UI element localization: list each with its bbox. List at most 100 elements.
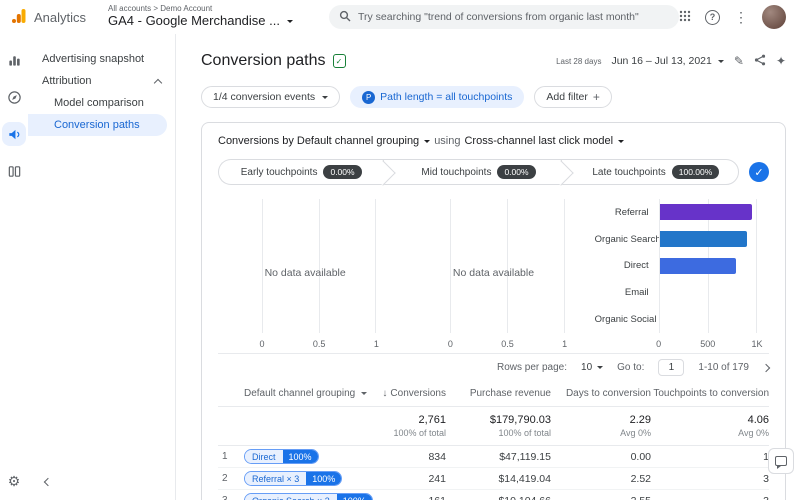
table-row[interactable]: 2 Referral × 3 100% 241 $14,419.04 2.52 3 — [218, 468, 769, 490]
card-title: Conversions by Default channel grouping … — [218, 135, 769, 147]
gear-icon — [8, 473, 21, 490]
early-touchpoints-segment[interactable]: Early touchpoints 0.00% — [218, 159, 384, 185]
collapse-sidebar-button[interactable] — [40, 474, 56, 490]
search-icon — [339, 10, 351, 25]
plus-icon — [593, 90, 600, 104]
path-filter-badge: P — [362, 90, 376, 104]
library-icon[interactable] — [2, 159, 26, 183]
date-range-picker[interactable]: Jun 16 – Jul 13, 2021 — [611, 55, 724, 67]
brand-name: Analytics — [34, 9, 87, 25]
charts-row: No data available 0 0.5 1 No data availa… — [218, 199, 769, 349]
y-axis-labels: Referral Organic Search Direct Email Org… — [594, 206, 661, 326]
main-content: Conversion paths Last 28 days Jun 16 – J… — [177, 34, 800, 500]
chevron-down-icon — [361, 392, 368, 395]
paths-table: Default channel grouping Conversions Pur… — [218, 381, 769, 500]
share-icon[interactable] — [754, 54, 766, 69]
touchpoint-funnel: Early touchpoints 0.00% Mid touchpoints … — [218, 159, 769, 185]
model-selector[interactable]: Cross-channel last click model — [464, 135, 625, 147]
sidebar-section-attribution[interactable]: Attribution — [28, 70, 175, 92]
chevron-down-icon — [618, 139, 625, 143]
help-icon[interactable]: ? — [705, 9, 720, 25]
chevron-down-icon — [286, 19, 293, 23]
column-header-revenue[interactable]: Purchase revenue — [446, 388, 551, 399]
report-status-icon — [332, 54, 346, 68]
path-length-filter-chip[interactable]: P Path length = all touchpoints — [350, 86, 525, 108]
percentage-badge: 100.00% — [671, 165, 720, 179]
early-touchpoints-chart: No data available 0 0.5 1 — [218, 199, 392, 349]
mid-touchpoints-segment[interactable]: Mid touchpoints 0.00% — [383, 159, 561, 185]
table-row[interactable]: 1 Direct 100% 834 $47,119.15 0.00 1 — [218, 446, 769, 468]
table-header-row: Default channel grouping Conversions Pur… — [218, 381, 769, 407]
chevron-up-icon — [153, 78, 163, 87]
sidebar-item-conversion-paths[interactable]: Conversion paths — [28, 114, 167, 136]
selected-check-icon[interactable] — [748, 162, 769, 182]
search-bar[interactable] — [328, 5, 679, 29]
column-header-touchpoints[interactable]: Touchpoints to conversion — [651, 388, 769, 399]
dimension-selector[interactable]: Conversions by Default channel grouping — [218, 135, 431, 147]
icon-rail — [0, 34, 28, 500]
page-header: Conversion paths Last 28 days Jun 16 – J… — [201, 48, 786, 74]
avatar[interactable] — [762, 5, 786, 29]
date-preset-label: Last 28 days — [556, 56, 602, 66]
more-options-icon[interactable] — [734, 9, 748, 26]
chat-bubble-icon — [775, 456, 787, 469]
table-pagination: Rows per page: 10 Go to: 1-10 of 179 — [218, 353, 771, 381]
topbar-actions: ? — [679, 5, 790, 29]
add-filter-chip[interactable]: Add filter — [534, 86, 612, 108]
insights-icon[interactable] — [776, 54, 786, 68]
goto-page-input[interactable] — [658, 359, 685, 376]
page-title: Conversion paths — [201, 52, 326, 69]
no-data-message: No data available — [264, 266, 346, 279]
bar-direct[interactable] — [659, 257, 736, 274]
customize-report-icon[interactable] — [734, 54, 744, 68]
bar-organic-search[interactable] — [659, 231, 748, 248]
late-touchpoints-segment[interactable]: Late touchpoints 100.00% — [560, 159, 739, 185]
filter-bar: 1/4 conversion events P Path length = al… — [201, 86, 786, 108]
search-input[interactable] — [357, 11, 669, 23]
chevron-left-icon — [43, 477, 53, 487]
percentage-badge: 0.00% — [323, 165, 362, 179]
next-page-icon[interactable] — [761, 363, 771, 372]
x-axis: 0 0.5 1 — [447, 339, 568, 349]
admin-settings[interactable] — [0, 473, 28, 490]
sidebar-item-advertising-snapshot[interactable]: Advertising snapshot — [28, 48, 175, 70]
path-badge[interactable]: Direct 100% — [244, 449, 319, 464]
account-switcher[interactable]: All accounts > Demo Account GA4 - Google… — [108, 5, 293, 28]
no-data-message: No data available — [452, 266, 535, 279]
column-header-channel[interactable]: Default channel grouping — [244, 388, 376, 399]
analytics-logo-icon[interactable] — [10, 7, 28, 28]
path-badge[interactable]: Organic Search × 3100% — [244, 493, 373, 500]
chevron-down-icon — [717, 59, 724, 63]
explore-icon[interactable] — [2, 85, 26, 109]
mid-touchpoints-chart: No data available 0 0.5 1 — [406, 199, 580, 349]
x-axis: 0 0.5 1 — [259, 339, 379, 349]
conversion-events-chip[interactable]: 1/4 conversion events — [201, 86, 341, 108]
pagination-range: 1-10 of 179 — [698, 362, 749, 373]
advertising-icon[interactable] — [2, 122, 26, 146]
goto-label: Go to: — [617, 362, 645, 373]
chevron-down-icon — [322, 95, 329, 99]
chevron-down-icon — [424, 139, 431, 143]
x-axis: 0 500 1K — [656, 339, 763, 349]
apps-grid-icon[interactable] — [679, 10, 691, 25]
conversion-paths-card: Conversions by Default channel grouping … — [201, 122, 786, 500]
sidebar: Advertising snapshot Attribution Model c… — [28, 34, 176, 500]
column-header-days[interactable]: Days to conversion — [551, 388, 651, 399]
bar-referral[interactable] — [659, 204, 753, 221]
sidebar-item-model-comparison[interactable]: Model comparison — [28, 92, 167, 114]
rows-per-page-select[interactable]: 10 — [581, 362, 604, 373]
path-badge[interactable]: Referral × 3 100% — [244, 471, 343, 486]
table-summary-row: 2,761 100% of total $179,790.03 100% of to… — [218, 407, 769, 446]
account-title[interactable]: GA4 - Google Merchandise ... — [108, 13, 280, 28]
topbar: Analytics All accounts > Demo Account GA… — [0, 0, 800, 34]
rows-per-page-label: Rows per page: — [496, 362, 568, 373]
card-title-join: using — [434, 135, 461, 147]
brand: Analytics — [10, 7, 98, 28]
percentage-badge: 0.00% — [497, 165, 536, 179]
late-touchpoints-chart: Referral Organic Search Direct Email Org… — [595, 199, 769, 349]
column-header-conversions[interactable]: Conversions — [376, 388, 446, 399]
chevron-down-icon — [597, 366, 604, 369]
feedback-button[interactable] — [768, 448, 794, 474]
table-row[interactable]: 3 Organic Search × 3100% 161 $10,104.66 … — [218, 490, 769, 500]
reports-icon[interactable] — [2, 48, 26, 72]
